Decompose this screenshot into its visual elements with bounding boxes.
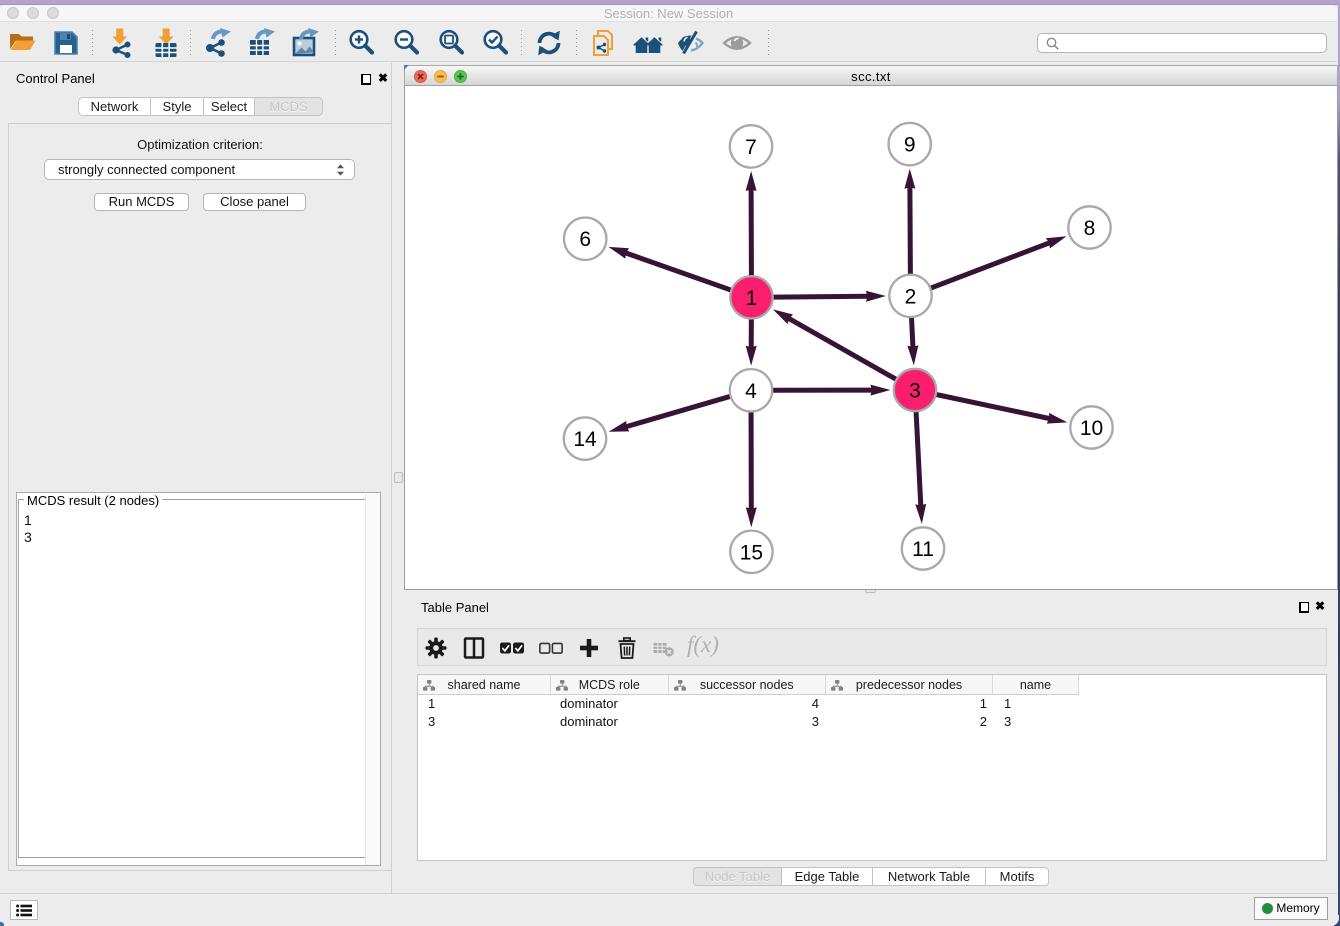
svg-text:8: 8 <box>1084 217 1096 240</box>
svg-text:11: 11 <box>912 538 934 561</box>
svg-text:2: 2 <box>905 285 917 308</box>
svg-text:6: 6 <box>579 228 591 251</box>
svg-text:14: 14 <box>573 428 597 451</box>
svg-text:1: 1 <box>746 287 758 310</box>
svg-text:15: 15 <box>740 541 763 564</box>
svg-text:7: 7 <box>745 136 757 159</box>
svg-text:3: 3 <box>909 380 921 403</box>
svg-text:9: 9 <box>904 134 916 157</box>
svg-text:4: 4 <box>745 380 757 403</box>
svg-text:10: 10 <box>1080 417 1103 440</box>
